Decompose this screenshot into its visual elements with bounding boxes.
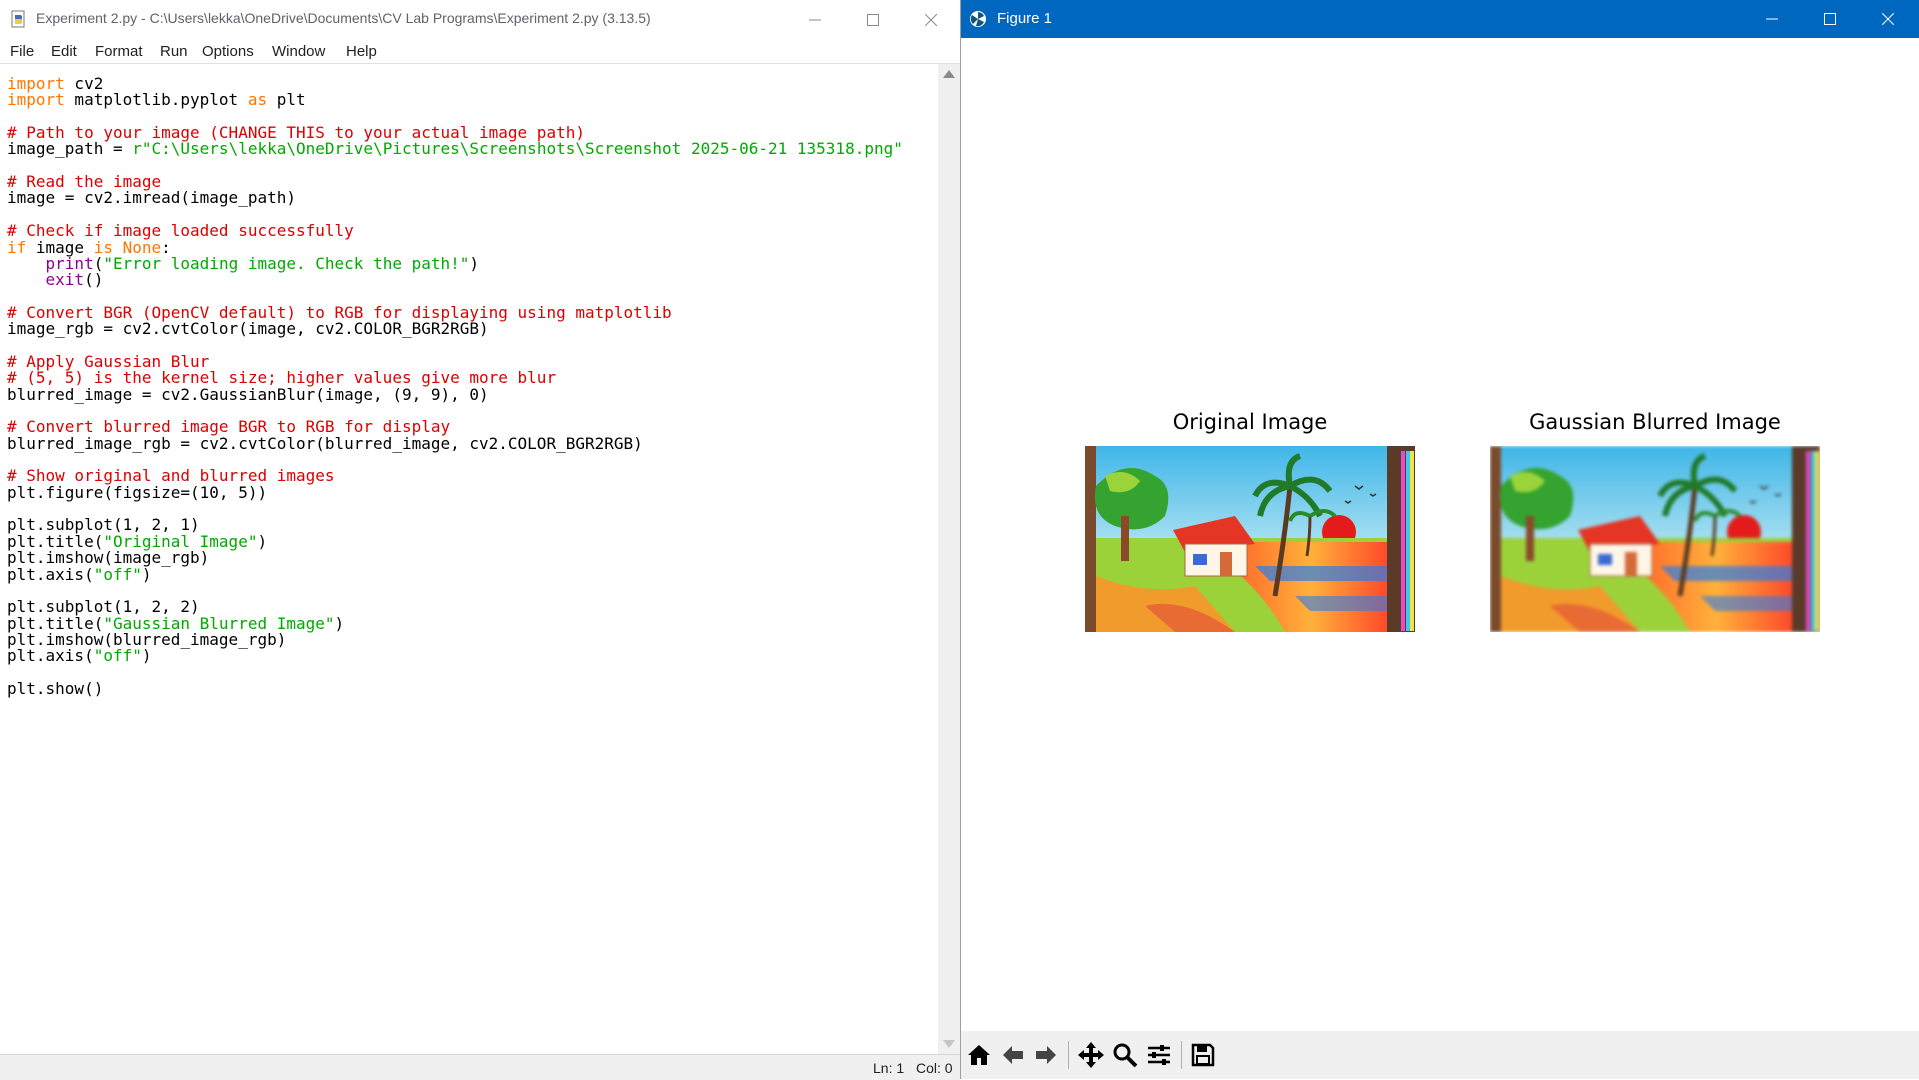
toolbar-separator — [1181, 1041, 1182, 1069]
subplot-title-blurred: Gaussian Blurred Image — [1529, 410, 1781, 434]
menu-edit[interactable]: Edit — [51, 43, 77, 60]
figure-title-bar[interactable]: Figure 1 — [961, 0, 1919, 38]
code-token: "off" — [93, 564, 142, 584]
code-token: image_path = — [7, 139, 133, 159]
code-token: "off" — [93, 646, 142, 666]
configure-subplots-icon — [1148, 1045, 1170, 1065]
code-token: ) — [141, 564, 152, 584]
forward-button[interactable] — [1030, 1039, 1062, 1071]
menu-options[interactable]: Options — [202, 43, 254, 60]
code-line[interactable]: image = cv2.imread(image_path) — [7, 188, 296, 208]
forward-arrow-icon — [1036, 1046, 1056, 1064]
code-token: image = cv2.imread(image_path) — [7, 188, 296, 208]
code-token: ) — [141, 646, 152, 666]
code-token: matplotlib.pyplot — [64, 90, 248, 110]
code-token: blurred_image = cv2.GaussianBlur(image, … — [7, 384, 489, 404]
code-line[interactable]: plt.show() — [7, 679, 103, 699]
status-line: Ln: 1 — [873, 1060, 905, 1076]
code-token: "Error loading image. Check the path!" — [103, 253, 470, 273]
menu-run[interactable]: Run — [160, 43, 188, 60]
code-token: plt.figure(figsize=(10, 5)) — [7, 482, 268, 502]
maximize-icon — [867, 13, 879, 26]
code-line[interactable]: plt.figure(figsize=(10, 5)) — [7, 483, 267, 503]
code-line[interactable]: blurred_image = cv2.GaussianBlur(image, … — [7, 385, 489, 405]
menu-bar: File Edit Format Run Options Window Help — [0, 39, 960, 64]
code-token: as — [247, 90, 268, 110]
pan-button[interactable] — [1075, 1039, 1107, 1071]
python-file-icon — [11, 10, 25, 28]
scroll-up-icon[interactable] — [943, 70, 955, 78]
blurred-image — [1490, 446, 1820, 632]
minimize-icon — [809, 19, 821, 20]
save-button[interactable] — [1187, 1039, 1219, 1071]
code-token: plt.show() — [7, 678, 104, 698]
code-line[interactable]: blurred_image_rgb = cv2.cvtColor(blurred… — [7, 434, 643, 454]
menu-window[interactable]: Window — [272, 43, 325, 60]
minimize-icon — [1766, 18, 1778, 20]
code-token: ) — [334, 613, 345, 633]
code-token: r"C:\Users\lekka\OneDrive\Pictures\Scree… — [132, 139, 903, 159]
figure-window-title: Figure 1 — [997, 10, 1053, 27]
code-line[interactable]: image_path = r"C:\Users\lekka\OneDrive\P… — [7, 139, 903, 159]
idle-title-bar[interactable]: Experiment 2.py - C:\Users\lekka\OneDriv… — [0, 0, 960, 39]
maximize-button[interactable] — [844, 0, 902, 39]
figure-canvas[interactable]: Original Image Gaussian Blurred Image — [961, 38, 1919, 1031]
figure-maximize-button[interactable] — [1801, 0, 1859, 38]
vertical-scrollbar[interactable] — [938, 64, 960, 1054]
code-line[interactable]: plt.axis("off") — [7, 565, 152, 585]
status-column: Col: 0 — [916, 1060, 953, 1076]
code-editor[interactable]: import cv2 import matplotlib.pyplot as pl… — [0, 64, 938, 1054]
code-line[interactable]: image_rgb = cv2.cvtColor(image, cv2.COLO… — [7, 319, 489, 339]
matplotlib-logo-icon — [970, 11, 986, 27]
back-arrow-icon — [1003, 1046, 1023, 1064]
code-token: ) — [469, 253, 480, 273]
code-token: plt — [267, 90, 306, 110]
status-bar: Ln: 1 Col: 0 — [0, 1054, 960, 1080]
menu-help[interactable]: Help — [346, 43, 377, 60]
close-button[interactable] — [902, 0, 960, 39]
home-button[interactable] — [963, 1039, 995, 1071]
code-token: import — [7, 90, 65, 110]
code-line[interactable]: import matplotlib.pyplot as plt — [7, 90, 306, 110]
figure-minimize-button[interactable] — [1743, 0, 1801, 38]
figure-close-button[interactable] — [1859, 0, 1917, 38]
code-token: image_rgb = cv2.cvtColor(image, cv2.COLO… — [7, 319, 489, 339]
menu-format[interactable]: Format — [95, 43, 143, 60]
code-token: plt.axis( — [7, 646, 94, 666]
close-icon — [1882, 13, 1894, 25]
zoom-button[interactable] — [1109, 1039, 1141, 1071]
original-image — [1085, 446, 1415, 632]
zoom-icon — [1113, 1043, 1138, 1068]
code-token: ) — [257, 531, 268, 551]
save-icon — [1191, 1043, 1215, 1067]
toolbar-separator — [1068, 1041, 1069, 1069]
code-token: exit — [45, 270, 85, 290]
code-line[interactable]: plt.axis("off") — [7, 646, 152, 666]
subplot-title-original: Original Image — [1172, 410, 1328, 434]
idle-editor-window: Experiment 2.py - C:\Users\lekka\OneDriv… — [0, 0, 961, 1080]
matplotlib-figure-window: Figure 1 Original Image Gaussian Blurred… — [961, 0, 1919, 1079]
minimize-button[interactable] — [786, 0, 844, 39]
home-icon — [968, 1045, 990, 1065]
scroll-down-icon[interactable] — [943, 1040, 955, 1048]
back-button[interactable] — [997, 1039, 1029, 1071]
configure-subplots-button[interactable] — [1143, 1039, 1175, 1071]
code-token: () — [84, 270, 104, 290]
window-title: Experiment 2.py - C:\Users\lekka\OneDriv… — [36, 10, 651, 26]
navigation-toolbar — [961, 1031, 1919, 1079]
maximize-icon — [1824, 13, 1836, 25]
menu-file[interactable]: File — [10, 43, 34, 60]
code-line[interactable]: exit() — [7, 270, 104, 290]
code-token: plt.axis( — [7, 564, 94, 584]
code-token: blurred_image_rgb = cv2.cvtColor(blurred… — [7, 433, 643, 453]
close-icon — [925, 13, 937, 26]
pan-icon — [1078, 1042, 1104, 1068]
